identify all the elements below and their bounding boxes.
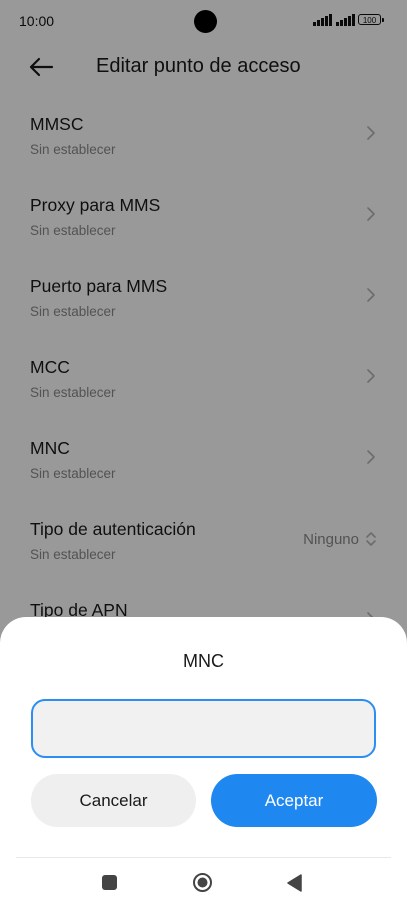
mnc-input[interactable]	[31, 699, 376, 758]
cancel-button[interactable]: Cancelar	[31, 774, 196, 827]
ok-button[interactable]: Aceptar	[211, 774, 377, 827]
recent-apps-icon[interactable]	[102, 875, 117, 890]
dialog-title: MNC	[183, 651, 224, 671]
navigation-bar	[0, 865, 407, 906]
divider	[16, 857, 391, 858]
phone-screen: 10:00 100 Editar punto de acceso MMSC Si…	[0, 0, 407, 906]
bottom-sheet-dialog: MNC Cancelar Aceptar	[0, 617, 407, 906]
home-icon[interactable]	[192, 872, 213, 893]
back-triangle-icon[interactable]	[286, 874, 302, 892]
